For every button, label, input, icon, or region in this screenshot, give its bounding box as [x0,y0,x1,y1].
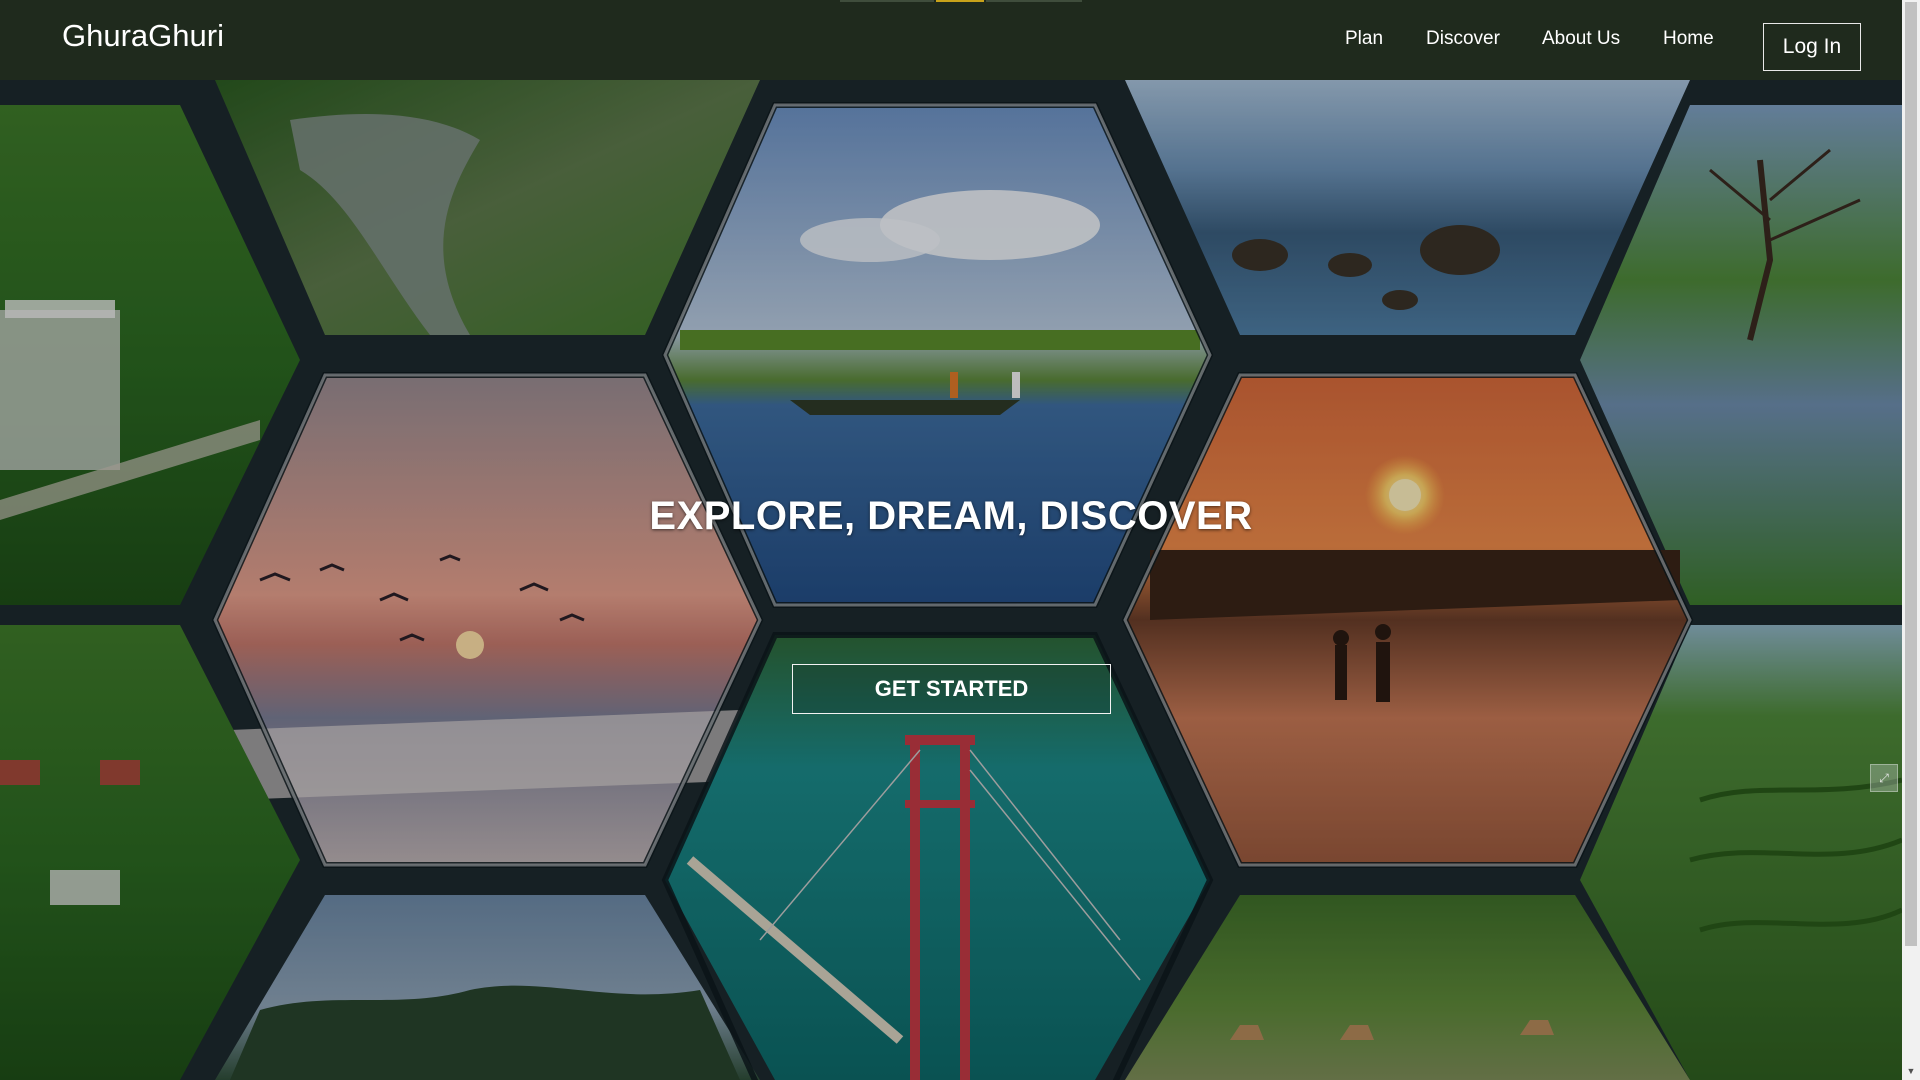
vertical-scrollbar[interactable]: ▼ [1902,0,1920,1080]
chevron-down-icon[interactable]: ▼ [1902,1064,1920,1078]
indicator-segment[interactable] [986,0,1082,2]
indicator-segment-active[interactable] [936,0,984,2]
indicator-segment[interactable] [840,0,934,2]
nav-link-plan[interactable]: Plan [1345,28,1383,50]
login-button[interactable]: Log In [1763,23,1861,71]
navbar: GhuraGhuri Plan Discover About Us Home L… [0,0,1902,80]
page: GhuraGhuri Plan Discover About Us Home L… [0,0,1920,1080]
nav-link-about-us[interactable]: About Us [1542,28,1620,50]
expand-arrows-icon[interactable]: ⤢ [1870,764,1898,792]
brand-logo[interactable]: GhuraGhuri [62,18,224,54]
get-started-button[interactable]: GET STARTED [792,664,1111,714]
hex-photo-grid [0,80,1902,1080]
scrollbar-thumb[interactable] [1905,2,1917,946]
hero-section: EXPLORE, DREAM, DISCOVER GET STARTED [0,80,1902,1080]
nav-link-discover[interactable]: Discover [1426,28,1500,50]
hero-headline: EXPLORE, DREAM, DISCOVER [649,494,1253,538]
nav-link-home[interactable]: Home [1663,28,1714,50]
carousel-indicator [840,0,1082,3]
